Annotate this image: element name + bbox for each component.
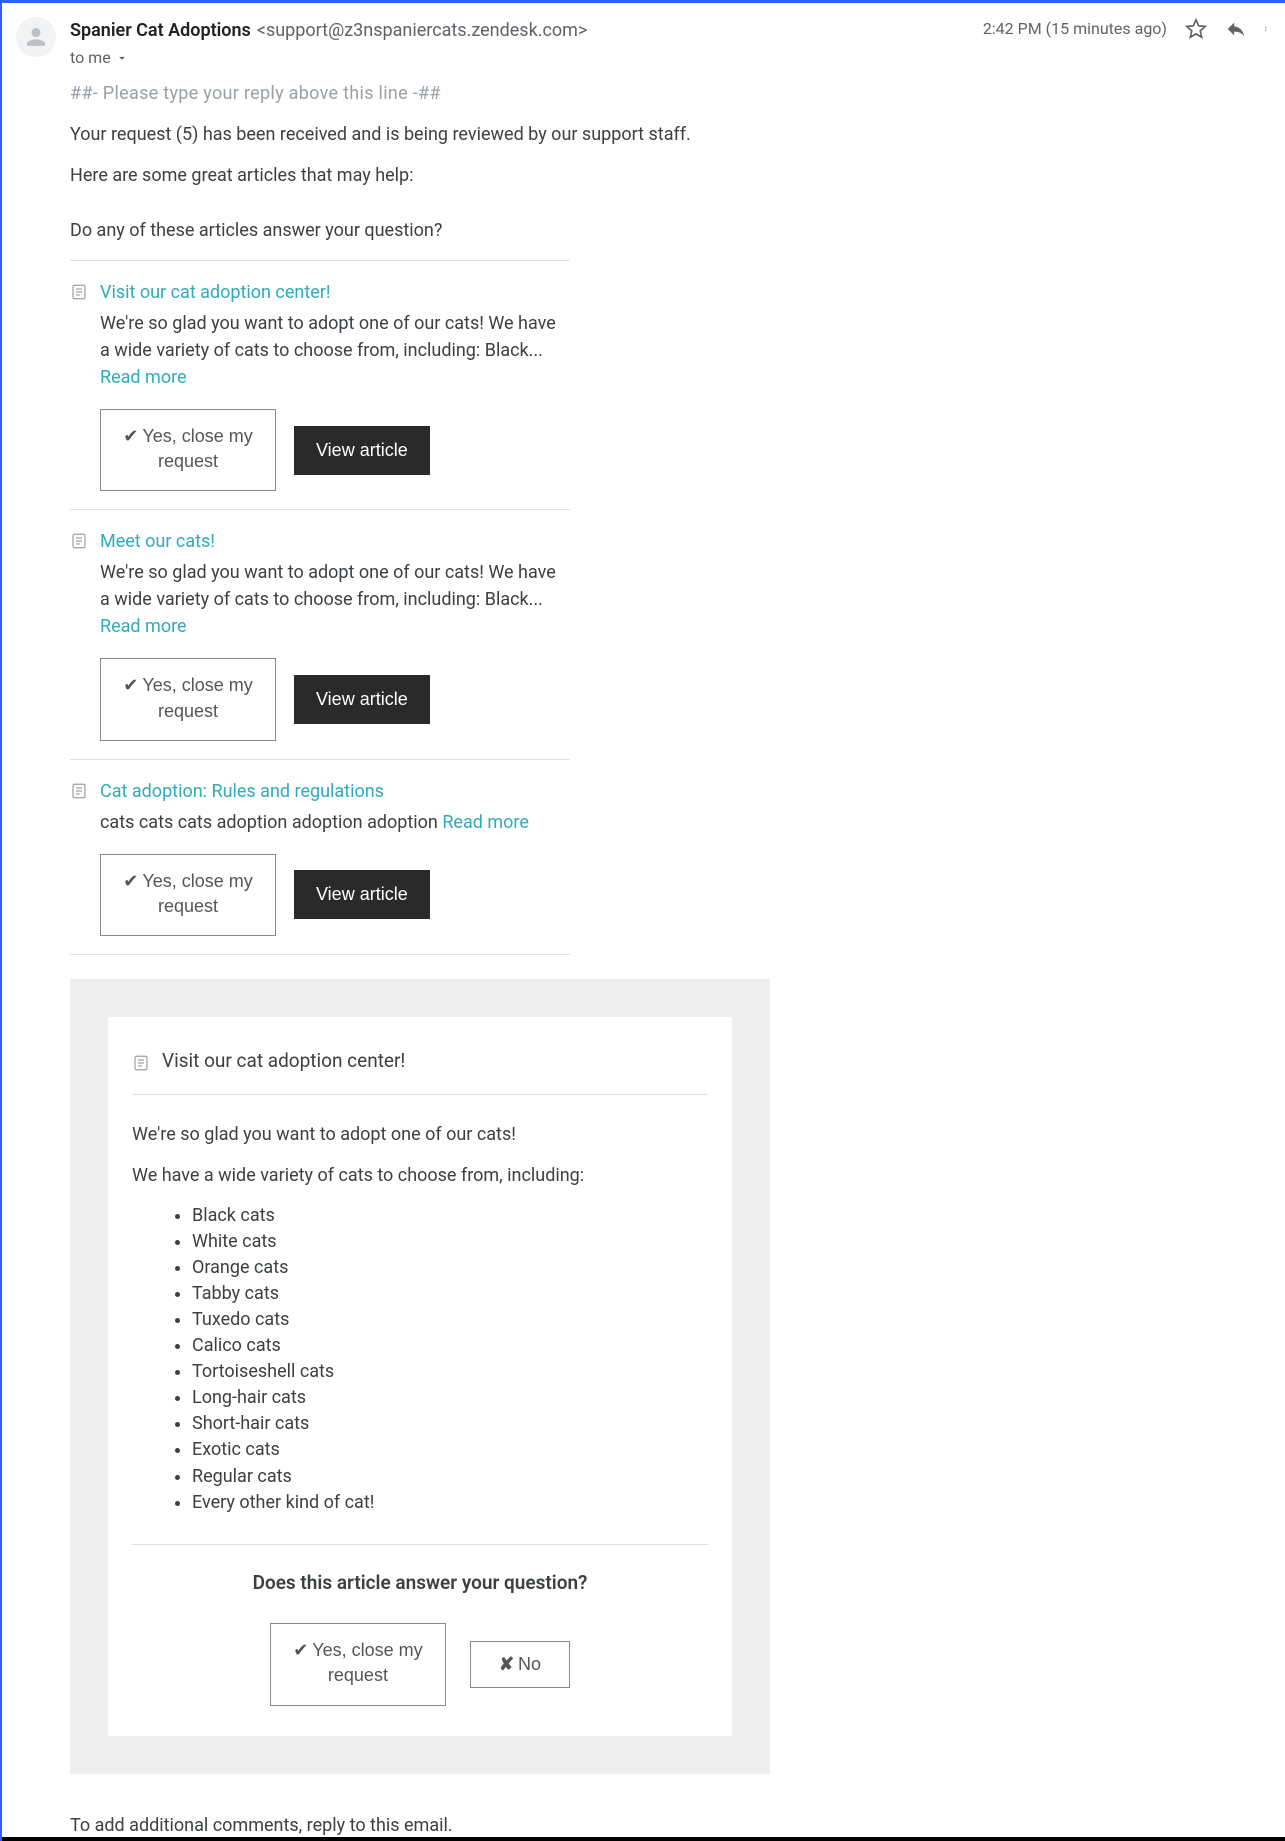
recipient-dropdown[interactable]: to me [70,46,969,70]
article-snippet: cats cats cats adoption adoption adoptio… [100,809,570,836]
sender-email: <support@z3nspaniercats.zendesk.com> [257,17,588,44]
list-item: Exotic cats [192,1437,708,1463]
expanded-article-panel: Visit our cat adoption center! We're so … [70,979,770,1774]
list-item: Tabby cats [192,1281,708,1307]
document-icon [70,782,88,800]
list-item: Tortoiseshell cats [192,1359,708,1385]
document-icon [70,283,88,301]
list-item: Orange cats [192,1255,708,1281]
more-icon[interactable] [1265,18,1271,40]
read-more-link[interactable]: Read more [100,367,187,388]
intro-para-1: Your request (5) has been received and i… [70,121,1271,148]
timestamp: 2:42 PM (15 minutes ago) [983,17,1167,41]
intro-para-2: Here are some great articles that may he… [70,162,1271,189]
article-item: Meet our cats! We're so glad you want to… [70,510,570,759]
question-prompt: Do any of these articles answer your que… [70,217,570,261]
star-icon[interactable] [1185,18,1207,40]
document-icon [70,532,88,550]
read-more-link[interactable]: Read more [100,616,187,637]
list-item: Tuxedo cats [192,1307,708,1333]
email-header: Spanier Cat Adoptions <support@z3nspanie… [16,17,1271,70]
chevron-down-icon [115,51,129,65]
view-article-button[interactable]: View article [294,426,430,475]
avatar [16,17,56,57]
view-article-button[interactable]: View article [294,675,430,724]
reply-icon[interactable] [1225,18,1247,40]
document-icon [132,1054,150,1072]
yes-close-button[interactable]: ✔Yes, close myrequest [100,854,276,936]
view-article-button[interactable]: View article [294,870,430,919]
expanded-article-title: Visit our cat adoption center! [162,1047,405,1076]
list-item: Long-hair cats [192,1385,708,1411]
list-item: Every other kind of cat! [192,1490,708,1516]
list-item: Regular cats [192,1464,708,1490]
read-more-link[interactable]: Read more [442,812,529,833]
article-title-link[interactable]: Visit our cat adoption center! [100,279,331,306]
article-title-link[interactable]: Cat adoption: Rules and regulations [100,778,384,805]
expanded-para-2: We have a wide variety of cats to choose… [132,1162,708,1189]
article-snippet: We're so glad you want to adopt one of o… [100,559,570,640]
yes-close-button[interactable]: ✔Yes, close myrequest [100,409,276,491]
reply-marker: ##- Please type your reply above this li… [70,80,1271,107]
no-button[interactable]: ✘No [470,1641,570,1688]
sender-name: Spanier Cat Adoptions [70,17,251,44]
list-item: Short-hair cats [192,1411,708,1437]
list-item: Black cats [192,1203,708,1229]
recipient-label: to me [70,46,111,70]
article-snippet: We're so glad you want to adopt one of o… [100,310,570,391]
list-item: White cats [192,1229,708,1255]
article-item: Visit our cat adoption center! We're so … [70,261,570,510]
list-item: Calico cats [192,1333,708,1359]
cat-list: Black catsWhite catsOrange catsTabby cat… [192,1203,708,1516]
email-body: ##- Please type your reply above this li… [16,70,1271,1839]
yes-close-button[interactable]: ✔Yes, close myrequest [270,1623,446,1705]
article-item: Cat adoption: Rules and regulations cats… [70,760,570,955]
additional-comments-note: To add additional comments, reply to thi… [70,1812,1271,1839]
feedback-question: Does this article answer your question? [132,1569,708,1598]
expanded-para-1: We're so glad you want to adopt one of o… [132,1121,708,1148]
article-title-link[interactable]: Meet our cats! [100,528,215,555]
yes-close-button[interactable]: ✔Yes, close myrequest [100,658,276,740]
